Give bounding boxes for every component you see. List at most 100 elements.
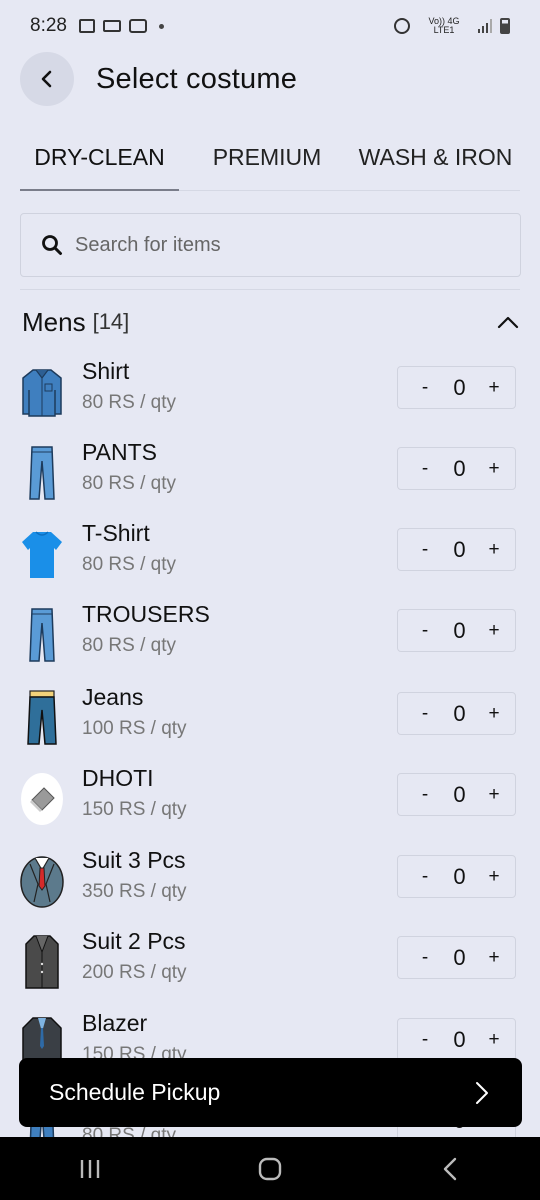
increment-button[interactable]: + <box>485 539 503 561</box>
page-title: Select costume <box>96 62 298 95</box>
decrement-button[interactable]: - <box>416 866 434 888</box>
decrement-button[interactable]: - <box>416 620 434 642</box>
decrement-button[interactable]: - <box>416 539 434 561</box>
laptop-icon <box>102 20 121 32</box>
quantity-stepper: - 0 + <box>397 528 516 571</box>
tshirt-icon <box>20 526 64 582</box>
list-item: Shirt 80 RS / qty - 0 + <box>20 358 520 438</box>
quantity-stepper: - 0 + <box>397 855 516 898</box>
quantity-value: 0 <box>453 863 466 889</box>
tab-dry-clean[interactable]: DRY-CLEAN <box>20 130 179 191</box>
item-price: 80 RS / qty <box>82 635 176 656</box>
item-name: T-Shirt <box>82 520 150 546</box>
item-name: Shirt <box>82 358 130 384</box>
recent-apps-button[interactable] <box>60 1149 120 1189</box>
search-icon <box>41 234 63 256</box>
trousers-icon <box>20 607 64 663</box>
battery-icon <box>500 18 510 34</box>
section-header[interactable]: Mens [14] <box>22 300 520 344</box>
quantity-stepper: - 0 + <box>397 447 516 490</box>
item-price: 80 RS / qty <box>82 473 176 494</box>
quantity-value: 0 <box>453 1026 466 1052</box>
increment-button[interactable]: + <box>485 1029 503 1051</box>
increment-button[interactable]: + <box>485 377 503 399</box>
quantity-stepper: - 0 + <box>397 609 516 652</box>
item-price: 350 RS / qty <box>82 881 187 902</box>
quantity-value: 0 <box>453 536 466 562</box>
schedule-pickup-label: Schedule Pickup <box>49 1079 221 1105</box>
network-label: Vo)) 4G LTE1 <box>428 16 460 35</box>
item-name: Blazer <box>82 1010 148 1036</box>
decrement-button[interactable]: - <box>416 784 434 806</box>
item-name: PANTS <box>82 439 157 465</box>
quantity-stepper: - 0 + <box>397 692 516 735</box>
decrement-button[interactable]: - <box>416 1029 434 1051</box>
list-item: DHOTI 150 RS / qty - 0 + <box>20 765 520 845</box>
tab-bar: DRY-CLEAN PREMIUM WASH & IRON <box>20 130 520 191</box>
decrement-button[interactable]: - <box>416 947 434 969</box>
increment-button[interactable]: + <box>485 947 503 969</box>
quantity-value: 0 <box>453 455 466 481</box>
quantity-value: 0 <box>453 700 466 726</box>
section-count: [14] <box>92 309 130 334</box>
suit-3pcs-icon <box>20 853 64 909</box>
increment-button[interactable]: + <box>485 784 503 806</box>
back-button[interactable] <box>20 52 74 106</box>
list-item: Suit 3 Pcs 350 RS / qty - 0 + <box>20 847 520 927</box>
list-item: Jeans 100 RS / qty - 0 + <box>20 684 520 764</box>
home-icon <box>258 1157 282 1180</box>
item-name: TROUSERS <box>82 601 210 627</box>
section-title: Mens <box>22 306 86 337</box>
item-name: DHOTI <box>82 765 154 791</box>
decrement-button[interactable]: - <box>416 458 434 480</box>
quantity-value: 0 <box>453 374 466 400</box>
search-input[interactable] <box>75 233 495 257</box>
search-box[interactable] <box>20 213 521 277</box>
item-price: 100 RS / qty <box>82 718 187 739</box>
list-item: TROUSERS 80 RS / qty - 0 + <box>20 601 520 681</box>
chevron-up-icon[interactable] <box>496 310 520 334</box>
increment-button[interactable]: + <box>485 620 503 642</box>
item-name: Suit 3 Pcs <box>82 847 186 873</box>
increment-button[interactable]: + <box>485 866 503 888</box>
app-icon <box>128 19 147 33</box>
chevron-left-icon <box>41 70 52 88</box>
quantity-stepper: - 0 + <box>397 773 516 816</box>
back-nav-button[interactable] <box>420 1149 480 1189</box>
quantity-value: 0 <box>453 617 466 643</box>
item-name: Suit 2 Pcs <box>82 928 186 954</box>
increment-button[interactable]: + <box>485 703 503 725</box>
notification-dot-icon <box>158 23 164 29</box>
tab-premium[interactable]: PREMIUM <box>195 130 339 190</box>
item-price: 80 RS / qty <box>82 392 176 413</box>
quantity-stepper: - 0 + <box>397 1018 516 1061</box>
quantity-value: 0 <box>453 944 466 970</box>
gallery-icon <box>78 19 95 33</box>
list-item: T-Shirt 80 RS / qty - 0 + <box>20 520 520 600</box>
item-price: 150 RS / qty <box>82 799 187 820</box>
alarm-icon <box>394 18 410 34</box>
decrement-button[interactable]: - <box>416 703 434 725</box>
decrement-button[interactable]: - <box>416 377 434 399</box>
system-nav-bar <box>0 1137 540 1200</box>
list-item: PANTS 80 RS / qty - 0 + <box>20 439 520 519</box>
list-item: Suit 2 Pcs 200 RS / qty - 0 + <box>20 928 520 1008</box>
item-price: 200 RS / qty <box>82 962 187 983</box>
item-name: Jeans <box>82 684 144 710</box>
tab-wash-iron[interactable]: WASH & IRON <box>351 130 520 190</box>
item-price: 80 RS / qty <box>82 554 176 575</box>
suit-2pcs-icon <box>20 934 64 990</box>
chevron-right-icon <box>476 1081 488 1104</box>
quantity-value: 0 <box>453 781 466 807</box>
signal-icon <box>478 19 492 33</box>
status-bar: 8:28 Vo)) 4G LTE1 <box>0 0 540 52</box>
schedule-pickup-button[interactable]: Schedule Pickup <box>19 1058 522 1127</box>
divider <box>20 289 520 290</box>
home-button[interactable] <box>240 1149 300 1189</box>
status-time: 8:28 <box>30 15 67 36</box>
quantity-stepper: - 0 + <box>397 936 516 979</box>
pants-icon <box>20 445 64 501</box>
quantity-stepper: - 0 + <box>397 366 516 409</box>
increment-button[interactable]: + <box>485 458 503 480</box>
jeans-icon <box>20 690 64 746</box>
